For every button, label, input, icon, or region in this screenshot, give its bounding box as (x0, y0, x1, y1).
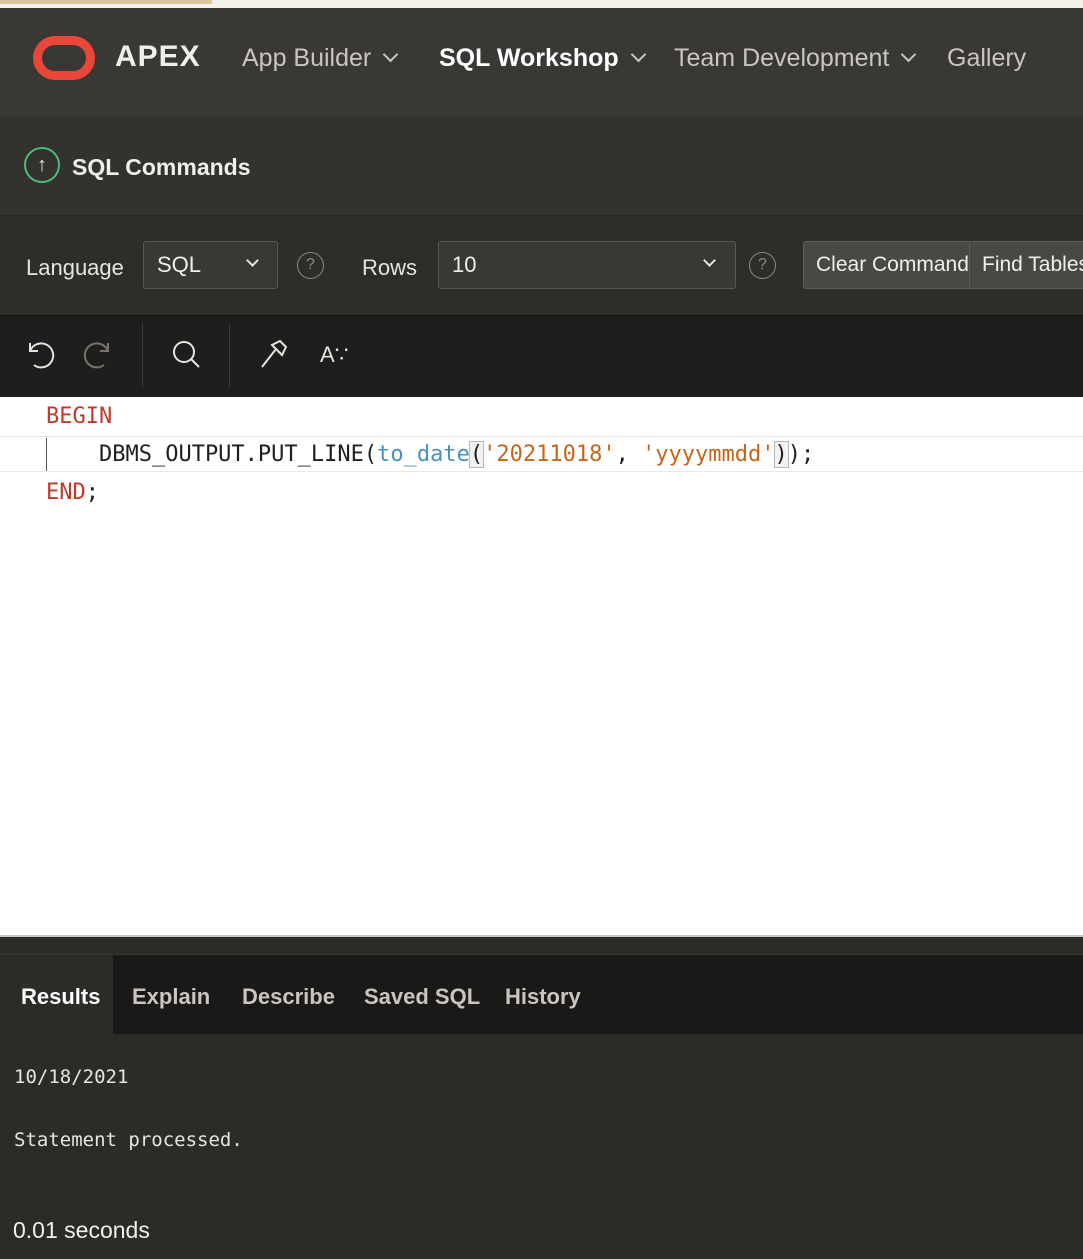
code-string-arg2: 'yyyymmdd' (642, 442, 775, 467)
code-line-3: END; (46, 480, 99, 505)
find-tables-button[interactable]: Find Tables (969, 241, 1083, 289)
execution-time: 0.01 seconds (13, 1217, 150, 1243)
nav-gallery[interactable]: Gallery (947, 44, 1026, 73)
clear-command-button[interactable]: Clear Command (803, 241, 982, 289)
code-line-1: BEGIN (46, 404, 113, 429)
toolbar-divider (229, 323, 230, 387)
nav-team-development[interactable]: Team Development (674, 44, 917, 73)
matched-bracket-open: ( (468, 441, 485, 468)
rows-select[interactable]: 10 (438, 241, 736, 289)
undo-icon[interactable] (20, 335, 60, 375)
help-icon[interactable]: ? (297, 252, 324, 279)
code-string-arg1: '20211018' (483, 442, 616, 467)
tab-describe[interactable]: Describe (242, 984, 335, 1010)
output-line: 10/18/2021 (14, 1066, 129, 1088)
nav-team-development-label: Team Development (674, 44, 890, 72)
editor-toolbar (0, 315, 1083, 397)
code-function-name: to_date (377, 442, 470, 467)
format-icon[interactable]: A∵ (320, 342, 349, 368)
code-call-suffix: ); (787, 442, 815, 467)
toolbar-divider (142, 323, 143, 387)
nav-sql-workshop[interactable]: SQL Workshop (439, 44, 646, 73)
code-line-2: DBMS_OUTPUT.PUT_LINE(to_date('20211018',… (46, 441, 815, 468)
browser-top-strip (0, 0, 1083, 8)
search-icon[interactable] (166, 335, 206, 375)
chevron-down-icon (382, 46, 399, 63)
tab-results[interactable]: Results (21, 984, 100, 1010)
chevron-down-icon (703, 254, 716, 267)
brand-name[interactable]: APEX (115, 40, 201, 74)
code-keyword-end: END (46, 480, 86, 505)
language-select-value: SQL (157, 252, 202, 277)
tab-history[interactable]: History (505, 984, 581, 1010)
chevron-down-icon (246, 254, 259, 267)
language-label: Language (26, 255, 124, 280)
redo-icon[interactable] (78, 335, 118, 375)
help-icon[interactable]: ? (749, 252, 776, 279)
sql-editor[interactable] (0, 397, 1083, 937)
rows-label: Rows (362, 255, 418, 280)
code-semicolon: ; (85, 480, 99, 505)
code-call-prefix: DBMS_OUTPUT.PUT_LINE( (46, 442, 378, 467)
matched-bracket-close: ) (773, 441, 789, 468)
hammer-icon[interactable] (254, 335, 294, 375)
tab-saved-sql[interactable]: Saved SQL (364, 984, 480, 1010)
chevron-down-icon (901, 46, 917, 63)
tab-explain[interactable]: Explain (132, 984, 210, 1010)
nav-sql-workshop-label: SQL Workshop (439, 44, 619, 72)
page-title: SQL Commands (72, 154, 251, 180)
language-select[interactable]: SQL (143, 241, 278, 289)
chevron-down-icon (630, 46, 646, 63)
status-message: Statement processed. (14, 1129, 243, 1151)
browser-tab-fragment (0, 0, 212, 4)
nav-app-builder[interactable]: App Builder (242, 44, 399, 73)
arrow-up-icon[interactable]: ↑ (24, 147, 60, 183)
nav-gallery-label: Gallery (947, 44, 1027, 72)
nav-app-builder-label: App Builder (242, 44, 372, 72)
oracle-logo-icon[interactable] (33, 36, 95, 80)
rows-select-value: 10 (452, 252, 477, 277)
